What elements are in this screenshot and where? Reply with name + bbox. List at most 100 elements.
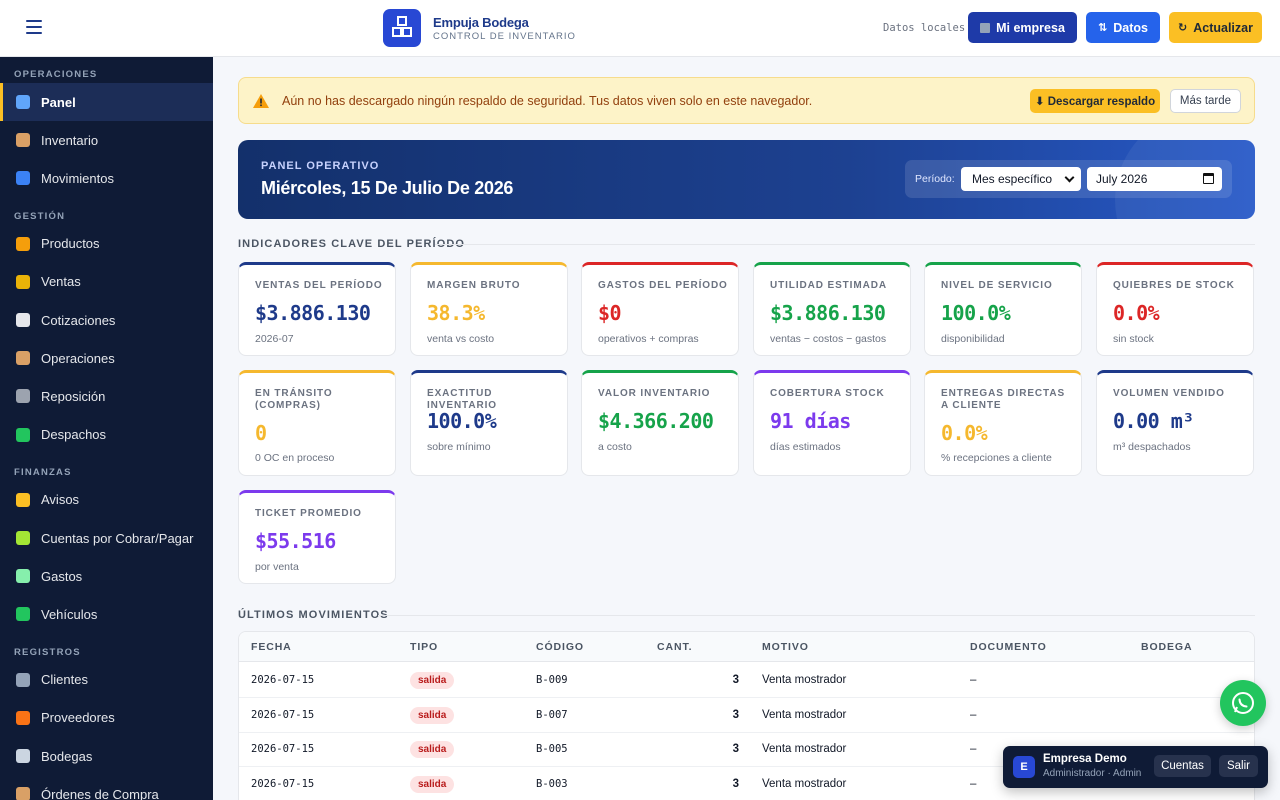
sidebar-item-label: Bodegas: [41, 748, 93, 764]
my-company-label: Mi empresa: [996, 20, 1065, 35]
download-backup-button[interactable]: ⬇ Descargar respaldo: [1030, 89, 1160, 113]
column-header[interactable]: BODEGA: [1141, 641, 1193, 653]
brand[interactable]: Empuja Bodega CONTROL DE INVENTARIO: [383, 9, 576, 47]
month-value: July 2026: [1096, 172, 1148, 186]
sidebar-item-cuentas-por-cobrar-pagar[interactable]: Cuentas por Cobrar/Pagar: [0, 519, 213, 557]
kpi-subtitle: 2026-07: [255, 333, 294, 345]
kpi-subtitle: m³ despachados: [1113, 441, 1191, 453]
sidebar-item-reposición[interactable]: Reposición: [0, 377, 213, 415]
clipboard-icon: [16, 787, 30, 800]
sidebar-item-avisos[interactable]: Avisos: [0, 481, 213, 519]
kpi-subtitle: 0 OC en proceso: [255, 452, 335, 464]
sidebar-item-label: Reposición: [41, 388, 106, 404]
delivery-truck-icon: [16, 710, 30, 725]
sidebar-item-label: Vehículos: [41, 606, 98, 622]
kpi-value: 100.0%: [941, 301, 1011, 325]
truck-icon: [16, 427, 30, 442]
column-header[interactable]: TIPO: [410, 641, 438, 653]
sidebar-item-ventas[interactable]: Ventas: [0, 263, 213, 301]
kpi-card: VENTAS DEL PERÍODO $3.886.130 2026-07: [238, 262, 396, 356]
sidebar-item-panel[interactable]: Panel: [0, 83, 213, 121]
kpi-card: ENTREGAS DIRECTAS A CLIENTE 0.0% % recepci…: [924, 370, 1082, 476]
period-filter: Período: Mes específico July 2026: [905, 160, 1232, 198]
building-icon: [16, 672, 30, 687]
kpi-label: MARGEN BRUTO: [427, 280, 521, 291]
period-label: Período:: [915, 173, 955, 185]
logout-button[interactable]: Salir: [1219, 755, 1258, 777]
panel-kicker: PANEL OPERATIVO: [261, 160, 380, 172]
sidebar-item-operaciones[interactable]: Operaciones: [0, 339, 213, 377]
table-row[interactable]: 2026-07-15 salida B-007 3 Venta mostrador –: [239, 698, 1254, 733]
sidebar-item-inventario[interactable]: Inventario: [0, 121, 213, 159]
cart-icon: [16, 389, 30, 404]
kpi-label: GASTOS DEL PERÍODO: [598, 280, 728, 291]
sidebar-item-cotizaciones[interactable]: Cotizaciones: [0, 301, 213, 339]
kpi-subtitle: % recepciones a cliente: [941, 452, 1052, 464]
kpi-value: $4.366.200: [598, 409, 714, 433]
column-header[interactable]: FECHA: [251, 641, 292, 653]
sidebar-item-label: Cuentas por Cobrar/Pagar: [41, 530, 194, 546]
whatsapp-icon: [1232, 692, 1254, 714]
kpi-value: 0.0%: [941, 421, 988, 445]
sidebar-item-proveedores[interactable]: Proveedores: [0, 699, 213, 737]
later-button[interactable]: Más tarde: [1170, 89, 1241, 113]
sidebar: OPERACIONES Panel Inventario Movimientos GES…: [0, 57, 213, 800]
type-badge: salida: [410, 672, 455, 689]
sidebar-item-clientes[interactable]: Clientes: [0, 661, 213, 699]
sidebar-item-label: Gastos: [41, 568, 83, 584]
swap-arrows-icon: ⇅: [1098, 22, 1108, 34]
sidebar-item-label: Inventario: [41, 132, 99, 148]
warehouse-logo-icon: [383, 9, 421, 47]
kpi-subtitle: operativos + compras: [598, 333, 699, 345]
sidebar-item-gastos[interactable]: Gastos: [0, 557, 213, 595]
period-mode-select[interactable]: Mes específico: [961, 167, 1081, 191]
alert-message: Aún no has descargado ningún respaldo de…: [282, 93, 813, 108]
kpi-label: COBERTURA STOCK: [770, 388, 885, 399]
sidebar-item-movimientos[interactable]: Movimientos: [0, 159, 213, 197]
kpi-label: EXACTITUD INVENTARIO: [427, 388, 497, 411]
kpi-label: VENTAS DEL PERÍODO: [255, 280, 383, 291]
kpi-subtitle: sobre mínimo: [427, 441, 491, 453]
sidebar-item-label: Productos: [41, 236, 100, 252]
sidebar-section-title: FINANZAS: [14, 466, 72, 478]
kpi-label: TICKET PROMEDIO: [255, 508, 362, 519]
sidebar-item-productos[interactable]: Productos: [0, 225, 213, 263]
backup-alert: Aún no has descargado ningún respaldo de…: [238, 77, 1255, 124]
package-icon: [16, 351, 30, 366]
kpi-subtitle: por venta: [255, 561, 299, 573]
sidebar-item-despachos[interactable]: Despachos: [0, 416, 213, 454]
cell-codigo: B-007: [536, 708, 568, 721]
menu-icon[interactable]: [26, 20, 42, 34]
sidebar-item-label: Cotizaciones: [41, 312, 116, 328]
sidebar-item-órdenes-de-compra[interactable]: Órdenes de Compra: [0, 775, 213, 800]
kpi-subtitle: sin stock: [1113, 333, 1154, 345]
sidebar-item-label: Órdenes de Compra: [41, 786, 159, 800]
column-header[interactable]: MOTIVO: [762, 641, 809, 653]
refresh-button[interactable]: ↻ Actualizar: [1169, 12, 1262, 43]
accounts-button[interactable]: Cuentas: [1154, 755, 1211, 777]
cell-motivo: Venta mostrador: [762, 743, 847, 756]
whatsapp-button[interactable]: [1220, 680, 1266, 726]
sidebar-item-bodegas[interactable]: Bodegas: [0, 737, 213, 775]
tag-icon: [16, 236, 30, 251]
data-button[interactable]: ⇅ Datos: [1086, 12, 1160, 43]
column-header[interactable]: CANT.: [657, 641, 692, 653]
table-row[interactable]: 2026-07-15 salida B-009 3 Venta mostrador –: [239, 663, 1254, 698]
my-company-button[interactable]: Mi empresa: [968, 12, 1077, 43]
column-header[interactable]: CÓDIGO: [536, 641, 584, 653]
cell-documento: –: [970, 743, 977, 756]
column-header[interactable]: DOCUMENTO: [970, 641, 1047, 653]
cell-codigo: B-003: [536, 778, 568, 791]
cell-fecha: 2026-07-15: [251, 743, 315, 756]
chart-icon: [16, 95, 30, 109]
sidebar-item-vehículos[interactable]: Vehículos: [0, 595, 213, 633]
table-header: FECHA TIPO CÓDIGO CANT. MOTIVO DOCUMENTO BODEG…: [239, 632, 1254, 662]
sidebar-section-title: OPERACIONES: [14, 69, 98, 80]
kpi-label: ENTREGAS DIRECTAS A CLIENTE: [941, 388, 1066, 411]
type-badge: salida: [410, 776, 455, 794]
chevron-down-icon: [1064, 172, 1075, 183]
sidebar-item-label: Operaciones: [41, 350, 115, 366]
kpi-value: 0: [255, 421, 267, 445]
kpi-subtitle: disponibilidad: [941, 333, 1005, 345]
month-input[interactable]: July 2026: [1087, 167, 1222, 191]
